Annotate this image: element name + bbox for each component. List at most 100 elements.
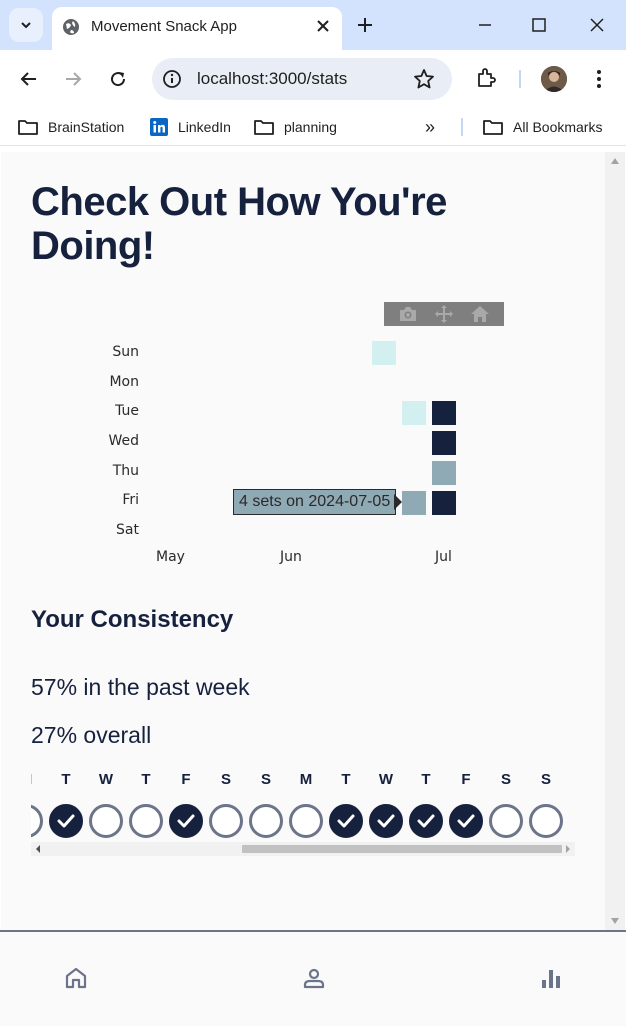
bookmark-label: planning	[284, 119, 337, 135]
check-icon	[417, 814, 435, 828]
check-icon	[337, 814, 355, 828]
profile-avatar[interactable]	[541, 66, 567, 92]
page-vertical-scrollbar[interactable]	[605, 152, 625, 930]
check-icon	[377, 814, 395, 828]
heatmap-cell[interactable]	[432, 401, 456, 425]
maximize-button[interactable]	[528, 14, 550, 36]
heatmap-day-label: Wed	[108, 433, 139, 449]
heatmap-day-label: Tue	[115, 403, 139, 419]
heatmap-day-label: Mon	[109, 374, 139, 390]
day-item: M	[286, 772, 326, 838]
day-letter: S	[260, 772, 271, 788]
day-incomplete-circle	[31, 804, 43, 838]
more-bookmarks-button[interactable]: »	[425, 116, 435, 138]
heatmap-month-label: Jun	[280, 549, 302, 565]
heatmap-cell[interactable]	[432, 461, 456, 485]
maximize-icon	[532, 18, 546, 32]
day-item: T	[406, 772, 446, 838]
day-item: S	[246, 772, 286, 838]
heatmap-day-label: Fri	[122, 492, 139, 508]
bookmarks-divider	[461, 118, 463, 136]
day-letter: T	[141, 772, 151, 788]
reload-icon	[111, 72, 126, 87]
day-complete-circle	[409, 804, 443, 838]
close-icon	[590, 18, 604, 32]
pan-icon[interactable]	[432, 304, 456, 324]
heatmap-cell[interactable]	[372, 341, 396, 365]
day-incomplete-circle	[249, 804, 283, 838]
scroll-down-arrow-icon[interactable]	[611, 918, 619, 924]
more-vert-icon	[597, 70, 601, 88]
browser-menu-button[interactable]	[588, 66, 610, 92]
close-tab-icon[interactable]	[314, 17, 332, 35]
bookmark-brainstation[interactable]: BrainStation	[18, 116, 124, 138]
forward-button[interactable]	[60, 66, 86, 92]
consistency-title: Your Consistency	[31, 606, 234, 633]
check-icon	[57, 814, 75, 828]
day-item: F	[446, 772, 486, 838]
new-tab-button[interactable]	[354, 14, 376, 36]
day-item: W	[366, 772, 406, 838]
day-item: S	[526, 772, 566, 838]
bookmarks-bar: BrainStation LinkedIn planning » All Boo…	[0, 108, 626, 146]
home-reset-icon[interactable]	[468, 304, 492, 324]
folder-icon	[18, 120, 38, 135]
day-letter: T	[61, 772, 71, 788]
day-letter: S	[220, 772, 231, 788]
heatmap-cell[interactable]	[402, 401, 426, 425]
url-text: localhost:3000/stats	[197, 69, 348, 88]
back-button[interactable]	[16, 66, 42, 92]
bookmark-linkedin[interactable]: LinkedIn	[150, 116, 231, 138]
all-bookmarks-label: All Bookmarks	[513, 119, 603, 135]
camera-icon[interactable]	[396, 304, 420, 324]
scroll-left-arrow-icon[interactable]	[36, 845, 40, 853]
heatmap-cell[interactable]	[432, 491, 456, 515]
day-item: S	[206, 772, 246, 838]
nav-profile-button[interactable]	[300, 964, 328, 992]
close-window-button[interactable]	[586, 14, 608, 36]
nav-home-button[interactable]	[62, 964, 90, 992]
heatmap-day-label: Sun	[112, 344, 139, 360]
bottom-navigation	[0, 930, 626, 1026]
page-viewport: Check Out How You're Doing! Sun Mon Tue …	[1, 152, 605, 930]
day-letter: W	[98, 772, 114, 788]
arrow-left-icon	[20, 72, 36, 86]
day-incomplete-circle	[129, 804, 163, 838]
profile-icon	[303, 968, 325, 989]
heatmap-month-label: Jul	[435, 549, 452, 565]
day-incomplete-circle	[289, 804, 323, 838]
nav-stats-button[interactable]	[537, 964, 565, 992]
day-item: F	[166, 772, 206, 838]
day-item: S	[486, 772, 526, 838]
page-title: Check Out How You're Doing!	[31, 180, 447, 268]
scroll-right-arrow-icon[interactable]	[566, 845, 570, 853]
day-incomplete-circle	[529, 804, 563, 838]
active-tab[interactable]: Movement Snack App	[52, 7, 342, 50]
day-incomplete-circle	[489, 804, 523, 838]
reload-button[interactable]	[105, 66, 131, 92]
bookmark-planning[interactable]: planning	[254, 116, 337, 138]
chevron-down-icon	[21, 22, 31, 29]
linkedin-icon	[150, 118, 168, 136]
day-letter: S	[540, 772, 551, 788]
heatmap-cell[interactable]	[402, 491, 426, 515]
minimize-button[interactable]	[474, 14, 496, 36]
star-icon[interactable]	[413, 68, 435, 90]
day-item: T	[126, 772, 166, 838]
tracker-horizontal-scrollbar[interactable]	[31, 842, 575, 856]
tab-strip: Movement Snack App	[0, 0, 626, 50]
heatmap-tooltip: 4 sets on 2024-07-05	[233, 489, 397, 515]
heatmap-cell[interactable]	[432, 431, 456, 455]
tab-search-button[interactable]	[9, 8, 43, 42]
scroll-thumb[interactable]	[242, 845, 562, 853]
day-incomplete-circle	[209, 804, 243, 838]
site-info-icon[interactable]	[162, 69, 182, 89]
extensions-icon[interactable]	[475, 66, 499, 90]
address-bar[interactable]: localhost:3000/stats	[152, 58, 452, 100]
all-bookmarks[interactable]: All Bookmarks	[483, 116, 602, 138]
day-letter: M	[299, 772, 313, 788]
folder-icon	[254, 120, 274, 135]
scroll-up-arrow-icon[interactable]	[611, 158, 619, 164]
toolbar-divider	[519, 70, 521, 88]
day-letter: F	[461, 772, 471, 788]
